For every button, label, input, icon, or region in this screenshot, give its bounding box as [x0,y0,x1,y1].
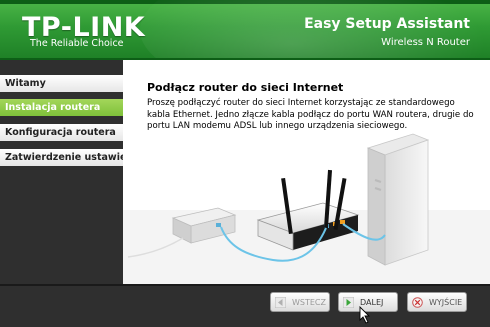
step-item-confirm-settings[interactable]: Zatwierdzenie ustawień [0,149,123,166]
computer-tower-icon [366,133,430,266]
exit-button-label: WYJŚCIE [429,297,463,307]
arrow-right-icon [343,296,354,308]
step-item-router-install[interactable]: Instalacja routera [0,99,123,116]
mouse-cursor-icon [359,306,371,324]
step-item-welcome[interactable]: Witamy [0,75,123,92]
arrow-left-icon [275,296,286,308]
wizard-footer: WSTECZ DALEJ WYJŚCIE [0,284,490,327]
back-button-label: WSTECZ [292,297,326,307]
brand-tagline: The Reliable Choice [30,38,124,49]
steps-sidebar: Witamy Instalacja routera Konfiguracja r… [0,60,123,284]
app-header: TP-LINK The Reliable Choice Easy Setup A… [0,0,490,60]
back-button[interactable]: WSTECZ [270,292,330,312]
exit-button[interactable]: WYJŚCIE [407,292,467,312]
connection-illustration [123,133,490,284]
app-title: Easy Setup Assistant [304,16,470,32]
footer-top-border [0,284,490,286]
step-item-router-config[interactable]: Konfiguracja routera [0,124,123,141]
main-content: Podłącz router do sieci Internet Proszę … [123,60,490,284]
exit-icon [412,296,423,308]
app-subtitle: Wireless N Router [381,37,470,48]
